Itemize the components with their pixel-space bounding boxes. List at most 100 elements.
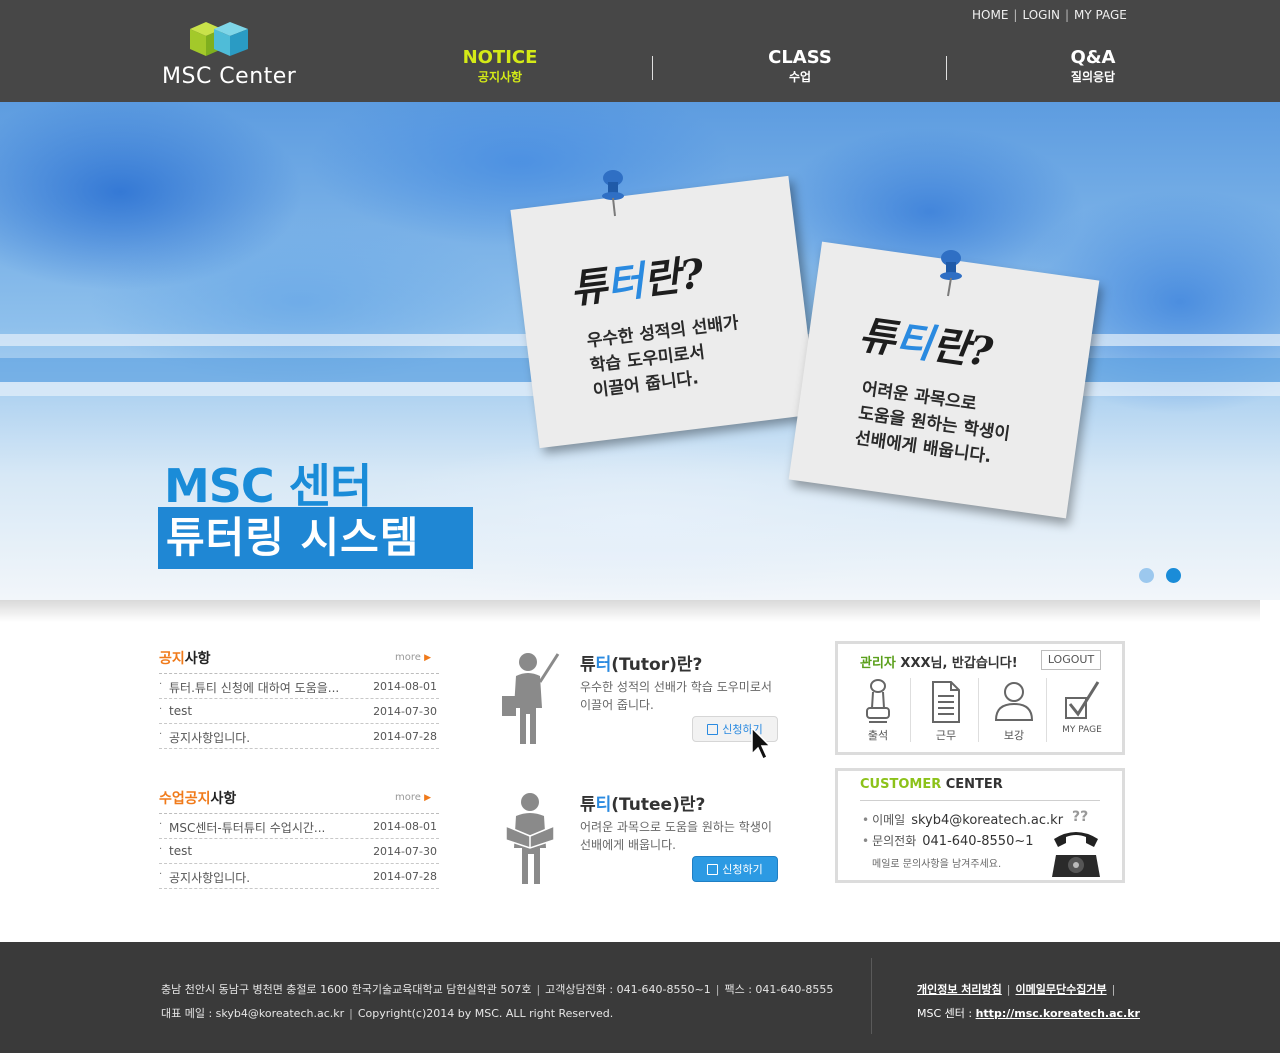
nav-qna[interactable]: Q&A 질의응답 <box>1013 48 1173 85</box>
edit-icon <box>707 864 719 875</box>
tutee-figure-icon <box>505 793 555 884</box>
list-item-title: 공지사항입니다. <box>169 731 251 745</box>
header: HOME | LOGIN | MY PAGE MSC Center NOTICE 공지사… <box>0 0 1280 102</box>
site-url-link[interactable]: http://msc.koreatech.ac.kr <box>976 1007 1140 1020</box>
list-item-title: 튜터.튜티 신청에 대하여 도움을... <box>169 681 340 695</box>
person-icon <box>994 682 1034 721</box>
list-item-date: 2014-08-01 <box>373 820 437 833</box>
footer: 충남 천안시 동남구 병천면 충절로 1600 한국기술교육대학교 담헌실학관 … <box>0 942 1280 1053</box>
list-item-date: 2014-07-30 <box>373 705 437 718</box>
bullet-icon: · <box>159 819 163 830</box>
menu-label: MY PAGE <box>1062 725 1102 735</box>
menu-separator <box>978 678 979 742</box>
footer-copyright: Copyright(c)2014 by MSC. ALL right Reser… <box>357 1007 614 1020</box>
hero-shadow <box>0 600 1260 622</box>
nav-label-en: Q&A <box>1070 47 1116 68</box>
arrow-right-icon: ▶ <box>424 653 431 663</box>
site-label: MSC 센터 : <box>917 1007 973 1020</box>
notice-board: 공지사항 more ▶ · 튜터.튜티 신청에 대하여 도움을... 2014-… <box>159 648 439 749</box>
welcome-text: 관리자 XXX님, 반갑습니다! <box>860 656 1018 671</box>
footer-address: 충남 천안시 동남구 병천면 충절로 1600 한국기술교육대학교 담헌실학관 … <box>161 983 532 996</box>
login-link[interactable]: LOGIN <box>1022 8 1060 22</box>
list-item[interactable]: · 튜터.튜티 신청에 대하여 도움을... 2014-08-01 <box>159 674 439 699</box>
phone-value: 041-640-8550~1 <box>922 834 1034 849</box>
hero-banner: 튜터란? 우수한 성적의 선배가 학습 도우미로서 이끌어 줍니다. 튜티란? … <box>0 102 1280 600</box>
util-separator: | <box>1013 8 1018 22</box>
list-item[interactable]: · 공지사항입니다. 2014-07-28 <box>159 724 439 749</box>
divider <box>860 800 1100 801</box>
board-title: 공지사항 <box>159 651 211 667</box>
more-link[interactable]: more ▶ <box>395 792 431 803</box>
logout-button[interactable]: LOGOUT <box>1041 650 1101 670</box>
phone-row: • 문의전화 041-640-8550~1 <box>862 834 1034 849</box>
bullet-icon: · <box>159 704 163 715</box>
cube-logo-icon <box>190 22 248 56</box>
bullet-icon: · <box>159 679 163 690</box>
list-item[interactable]: · test 2014-07-30 <box>159 699 439 724</box>
slide-dot-2[interactable] <box>1166 568 1181 583</box>
board-title: 수업공지사항 <box>159 791 237 807</box>
mypage-link[interactable]: MY PAGE <box>1074 8 1127 22</box>
footer-links: 개인정보 처리방침 | 이메일무단수집거부 | MSC 센터 : http://msc… <box>917 983 1140 1020</box>
email-value[interactable]: skyb4@koreatech.ac.kr <box>911 813 1063 828</box>
footer-info: 충남 천안시 동남구 병천면 충절로 1600 한국기술교육대학교 담헌실학관 … <box>161 983 834 1020</box>
list-item-date: 2014-08-01 <box>373 680 437 693</box>
board-header: 공지사항 more ▶ <box>159 648 439 674</box>
note-body: 우수한 성적의 선배가 학습 도우미로서 이끌어 줍니다. <box>585 313 740 402</box>
menu-makeup[interactable]: 보강 <box>980 676 1048 746</box>
list-item-title: 공지사항입니다. <box>169 871 251 885</box>
pushpin-icon <box>602 170 624 217</box>
menu-label: 근무 <box>935 729 957 742</box>
slide-dot-1[interactable] <box>1139 568 1154 583</box>
menu-label: 출석 <box>867 729 889 742</box>
menu-attendance[interactable]: 출석 <box>844 676 912 746</box>
class-notice-board: 수업공지사항 more ▶ · MSC센터-튜터튜티 수업시간... 2014-… <box>159 788 439 889</box>
menu-label: 보강 <box>1003 729 1025 742</box>
list-item-date: 2014-07-30 <box>373 845 437 858</box>
tutee-apply-button[interactable]: 신청하기 <box>692 856 778 882</box>
list-item[interactable]: · 공지사항입니다. 2014-07-28 <box>159 864 439 889</box>
board-header: 수업공지사항 more ▶ <box>159 788 439 814</box>
tutee-title: 튜티(Tutee)란? <box>580 795 706 815</box>
menu-work[interactable]: 근무 <box>912 676 980 746</box>
note-body: 어려운 과목으로 도움을 원하는 학생이 선배에게 배웁니다. <box>853 378 1012 468</box>
nav-label-ko: 수업 <box>788 70 812 84</box>
tutor-figure-icon <box>502 653 560 744</box>
nav-notice[interactable]: NOTICE 공지사항 <box>420 48 580 85</box>
list-item-title: test <box>169 704 193 718</box>
footer-email: 대표 메일 : skyb4@koreatech.ac.kr <box>161 1007 345 1020</box>
menu-mypage[interactable]: MY PAGE <box>1048 676 1116 746</box>
privacy-policy-link[interactable]: 개인정보 처리방침 <box>917 983 1002 996</box>
bullet-icon: · <box>159 844 163 855</box>
nav-label-en: NOTICE <box>462 47 538 68</box>
checkmark-icon <box>1065 681 1100 719</box>
tutor-note-card: 튜터란? 우수한 성적의 선배가 학습 도우미로서 이끌어 줍니다. <box>510 175 818 449</box>
util-separator: | <box>1064 8 1070 22</box>
note-title: 튜터란? <box>567 250 707 314</box>
customer-center-box: CUSTOMER CENTER • 이메일 skyb4@koreatech.ac.k… <box>835 768 1125 883</box>
more-link[interactable]: more ▶ <box>395 652 431 663</box>
list-item[interactable]: · MSC센터-튜터튜티 수업시간... 2014-08-01 <box>159 814 439 839</box>
list-item-date: 2014-07-28 <box>373 870 437 883</box>
logo[interactable]: MSC Center <box>162 18 302 92</box>
nav-separator <box>652 56 653 80</box>
email-refusal-link[interactable]: 이메일무단수집거부 <box>1016 983 1107 996</box>
customer-center-title: CUSTOMER CENTER <box>860 777 1003 792</box>
nav-class[interactable]: CLASS 수업 <box>720 48 880 85</box>
list-item[interactable]: · test 2014-07-30 <box>159 839 439 864</box>
member-box: 관리자 XXX님, 반갑습니다! LOGOUT 출석 근무 보강 MY PAGE <box>835 641 1125 755</box>
contact-note: 메일로 문의사항을 남겨주세요. <box>872 859 1002 870</box>
nav-label-ko: 공지사항 <box>477 70 523 84</box>
footer-consult: 고객상담전화 : 041-640-8550~1 <box>545 983 711 996</box>
edit-icon <box>707 724 719 735</box>
tutor-title: 튜터(Tutor)란? <box>580 655 703 675</box>
home-link[interactable]: HOME <box>972 8 1008 22</box>
footer-divider <box>871 958 872 1034</box>
logo-text: MSC Center <box>162 64 297 89</box>
hero-subtitle: 튜터링 시스템 <box>158 507 473 569</box>
arrow-right-icon: ▶ <box>424 793 431 803</box>
nav-label-en: CLASS <box>768 47 832 68</box>
utility-nav: HOME | LOGIN | MY PAGE <box>972 8 1127 22</box>
list-item-date: 2014-07-28 <box>373 730 437 743</box>
menu-separator <box>910 678 911 742</box>
